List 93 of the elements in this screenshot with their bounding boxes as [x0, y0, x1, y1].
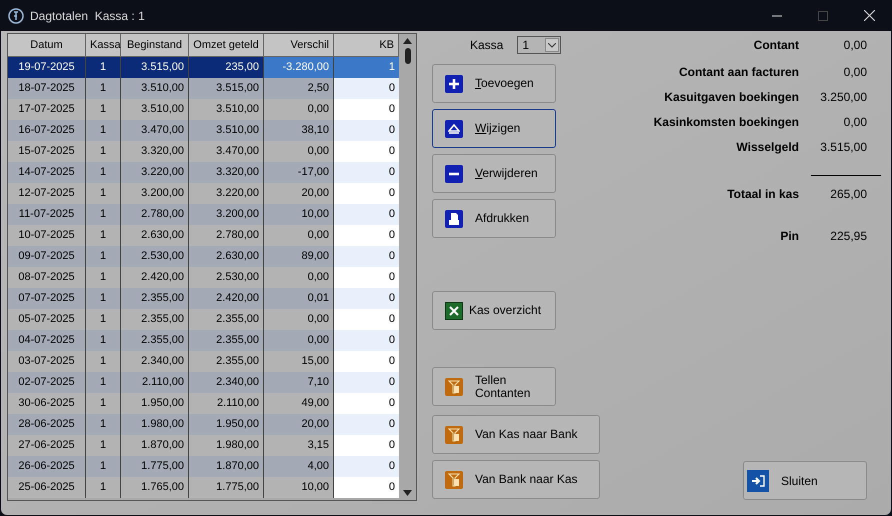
summary-label: Pin	[780, 228, 799, 245]
summary-value: 3.250,00	[819, 89, 867, 106]
table-cell: 0	[334, 435, 399, 456]
table-cell: 0	[334, 99, 399, 120]
action-button[interactable]: Toevoegen	[432, 64, 556, 103]
table-cell: 0	[334, 372, 399, 393]
table-cell: 0	[334, 477, 399, 498]
printer-icon	[445, 210, 463, 228]
table-cell: 1.765,00	[121, 477, 189, 498]
window-title: Dagtotalen Kassa : 1	[30, 8, 145, 24]
table-row[interactable]: 16-07-2025 1 3.470,00 3.510,00 38,10 0	[8, 120, 399, 141]
table-cell: 0	[334, 288, 399, 309]
column-header[interactable]: Omzet geteld	[189, 34, 264, 56]
table-row[interactable]: 12-07-2025 1 3.200,00 3.220,00 20,00 0	[8, 183, 399, 204]
table-row[interactable]: 15-07-2025 1 3.320,00 3.470,00 0,00 0	[8, 141, 399, 162]
clipboard-icon	[445, 470, 463, 488]
table-row[interactable]: 08-07-2025 1 2.420,00 2.530,00 0,00 0	[8, 267, 399, 288]
table-row[interactable]: 28-06-2025 1 1.980,00 1.950,00 20,00 0	[8, 414, 399, 435]
table-cell: 0	[334, 309, 399, 330]
table-cell: 1	[334, 57, 399, 78]
column-header[interactable]: Beginstand	[121, 34, 189, 56]
table-cell: 25-06-2025	[8, 477, 86, 498]
table-row[interactable]: 26-06-2025 1 1.775,00 1.870,00 4,00 0	[8, 456, 399, 477]
summary-label: Contant aan facturen	[678, 64, 799, 81]
clipboard-icon	[445, 426, 463, 444]
kassa-dropdown[interactable]: 1	[517, 36, 562, 54]
table-cell: 0	[334, 330, 399, 351]
action-button[interactable]: Kas overzicht	[432, 291, 556, 330]
summary-value: 3.515,00	[819, 139, 867, 156]
summary-value: 0,00	[842, 114, 867, 131]
action-button[interactable]: Verwijderen	[432, 154, 556, 193]
eject-icon	[445, 120, 463, 138]
plus-icon	[445, 74, 463, 92]
summary-value: 225,95	[829, 228, 867, 245]
table-row[interactable]: 27-06-2025 1 1.870,00 1.980,00 3,15 0	[8, 435, 399, 456]
table-row[interactable]: 25-06-2025 1 1.765,00 1.775,00 10,00 0	[8, 477, 399, 498]
summary-label: Kasuitgaven boekingen	[664, 89, 799, 106]
table-cell: 0	[334, 78, 399, 99]
table-row[interactable]: 17-07-2025 1 3.510,00 3.510,00 0,00 0	[8, 99, 399, 120]
column-header[interactable]: Datum	[8, 34, 86, 56]
column-header[interactable]: Kassa	[86, 34, 121, 56]
chevron-icon	[545, 38, 560, 52]
table-cell: 0	[334, 393, 399, 414]
table-cell: -3.280,00	[264, 57, 334, 78]
table-cell: 0	[334, 183, 399, 204]
kassa-label: Kassa	[470, 37, 504, 54]
action-button[interactable]: Van Kas naar Bank	[432, 415, 600, 454]
summary-value: 265,00	[829, 186, 867, 203]
exit-icon	[747, 470, 769, 492]
table-cell: 0	[334, 351, 399, 372]
table-row[interactable]: 05-07-2025 1 2.355,00 2.355,00 0,00 0	[8, 309, 399, 330]
table-cell: 1.775,00	[189, 477, 264, 498]
summary-label: Kasinkomsten boekingen	[654, 114, 799, 131]
table-row[interactable]: 02-07-2025 1 2.110,00 2.340,00 7,10 0	[8, 372, 399, 393]
table-cell: 0	[334, 456, 399, 477]
table-row[interactable]: 10-07-2025 1 2.630,00 2.780,00 0,00 0	[8, 225, 399, 246]
action-button[interactable]: Tellen Contanten	[432, 367, 556, 406]
table-row[interactable]: 18-07-2025 1 3.510,00 3.515,00 2,50 0	[8, 78, 399, 99]
table-cell: 0	[334, 246, 399, 267]
action-button[interactable]: Van Bank naar Kas	[432, 460, 600, 499]
summary-label: Totaal in kas	[727, 186, 799, 203]
close-icon[interactable]	[864, 10, 874, 21]
table-row[interactable]: 11-07-2025 1 2.780,00 3.200,00 10,00 0	[8, 204, 399, 225]
table-cell: 0	[334, 414, 399, 435]
table-row[interactable]: 03-07-2025 1 2.340,00 2.355,00 15,00 0	[8, 351, 399, 372]
summary-value: 0,00	[842, 37, 867, 54]
summary-value: 0,00	[842, 64, 867, 81]
table-row[interactable]: 19-07-2025 1 3.515,00 235,00 -3.280,00 1	[8, 57, 399, 78]
table-cell: 0	[334, 162, 399, 183]
app-logo-icon	[8, 8, 24, 24]
spreadsheet-icon	[445, 302, 463, 320]
table-cell: 0	[334, 225, 399, 246]
table-row[interactable]: 04-07-2025 1 2.355,00 2.355,00 0,00 0	[8, 330, 399, 351]
table-cell: 0	[334, 267, 399, 288]
scroll-up-icon[interactable]	[403, 38, 412, 44]
table-row[interactable]: 30-06-2025 1 1.950,00 2.110,00 49,00 0	[8, 393, 399, 414]
summary-label: Wisselgeld	[736, 139, 799, 156]
summary-label: Contant	[754, 37, 799, 54]
table-row[interactable]: 09-07-2025 1 2.530,00 2.630,00 89,00 0	[8, 246, 399, 267]
minus-icon	[445, 164, 463, 182]
close-button[interactable]: Sluiten	[743, 461, 867, 500]
table-cell: 1	[86, 477, 121, 498]
scroll-thumb[interactable]	[404, 48, 410, 64]
column-header[interactable]: Verschil	[264, 34, 334, 56]
scroll-down-icon[interactable]	[403, 490, 412, 496]
action-button[interactable]: Afdrukken	[432, 199, 556, 238]
table-row[interactable]: 14-07-2025 1 3.220,00 3.320,00 -17,00 0	[8, 162, 399, 183]
table-cell: 0	[334, 120, 399, 141]
table-row[interactable]: 07-07-2025 1 2.355,00 2.420,00 0,01 0	[8, 288, 399, 309]
table-cell: 0	[334, 204, 399, 225]
clipboard-icon	[445, 378, 463, 396]
table-cell: 0	[334, 141, 399, 162]
action-button[interactable]: Wijzigen	[432, 109, 556, 148]
